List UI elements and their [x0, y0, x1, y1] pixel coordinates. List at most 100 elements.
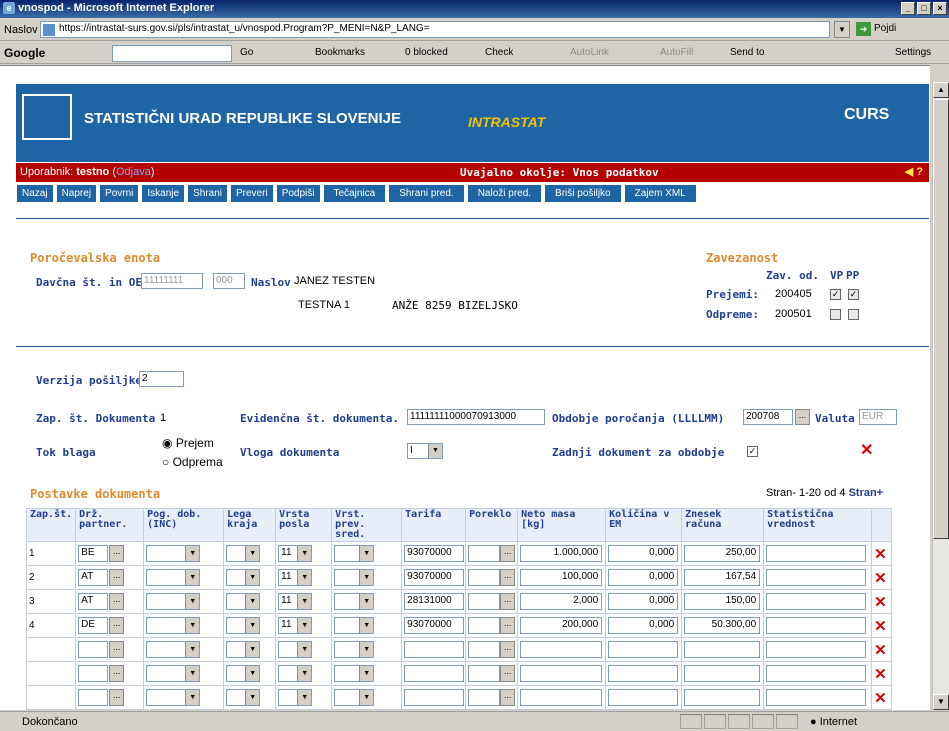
close-button[interactable]: ×: [933, 2, 947, 15]
country-picker-button[interactable]: ...: [109, 665, 125, 682]
flow-dispatch-radio[interactable]: ○ Odprema: [162, 455, 223, 469]
country-picker-button[interactable]: ...: [109, 545, 125, 562]
incoterms-select[interactable]: ▼: [146, 665, 201, 682]
tariff-input[interactable]: 93070000: [404, 617, 465, 634]
amount-input[interactable]: [684, 641, 761, 658]
country-input[interactable]: [78, 641, 109, 658]
country-picker-button[interactable]: ...: [109, 617, 125, 634]
country-picker-button[interactable]: ...: [109, 593, 125, 610]
go-button[interactable]: ➔ Pojdi: [854, 21, 909, 38]
send-to-button[interactable]: Send to: [730, 47, 764, 58]
oe-field[interactable]: 000: [213, 273, 245, 289]
address-input[interactable]: https://intrastat-surs.gov.si/pls/intras…: [40, 21, 830, 38]
amount-input[interactable]: 167,54: [684, 569, 761, 586]
delete-document-icon[interactable]: ✕: [860, 440, 873, 460]
scroll-thumb[interactable]: [933, 99, 949, 539]
quantity-input[interactable]: [608, 689, 679, 706]
incoterms-select[interactable]: ▼: [146, 593, 201, 610]
country-input[interactable]: BE: [78, 545, 109, 562]
incoterms-select[interactable]: ▼: [146, 617, 201, 634]
flow-receipt-radio[interactable]: ◉ Prejem: [162, 436, 214, 450]
tariff-input[interactable]: 28131000: [404, 593, 465, 610]
nav-button-1[interactable]: Naprej: [55, 184, 98, 203]
nav-button-4[interactable]: Shrani: [187, 184, 228, 203]
amount-input[interactable]: 50.300,00: [684, 617, 761, 634]
nav-button-7[interactable]: Tečajnica: [322, 184, 387, 203]
evidence-number-field[interactable]: 11111111000070913000: [407, 409, 545, 425]
nav-button-10[interactable]: Briši pošiljko: [544, 184, 622, 203]
region-select[interactable]: ▼: [226, 569, 261, 586]
transaction-type-select[interactable]: 11 ▼: [278, 545, 313, 562]
transport-mode-select[interactable]: ▼: [334, 641, 375, 658]
nav-button-2[interactable]: Povrni: [99, 184, 140, 203]
net-mass-input[interactable]: [520, 689, 603, 706]
region-select[interactable]: ▼: [226, 593, 261, 610]
country-input[interactable]: AT: [78, 593, 109, 610]
origin-picker-button[interactable]: ...: [500, 689, 516, 706]
nav-button-9[interactable]: Naloži pred.: [466, 184, 543, 203]
net-mass-input[interactable]: 1.000,000: [520, 545, 603, 562]
tariff-input[interactable]: 93070000: [404, 569, 465, 586]
nav-button-5[interactable]: Preveri: [230, 184, 274, 203]
role-select[interactable]: I ▼: [407, 443, 443, 459]
transaction-type-select[interactable]: 11 ▼: [278, 593, 313, 610]
delete-row-icon[interactable]: ✕: [874, 594, 887, 611]
nav-button-6[interactable]: Podpiši: [275, 184, 321, 203]
net-mass-input[interactable]: [520, 665, 603, 682]
statistical-value-input[interactable]: [766, 545, 867, 562]
country-picker-button[interactable]: ...: [109, 641, 125, 658]
incoterms-select[interactable]: ▼: [146, 689, 201, 706]
net-mass-input[interactable]: 100,000: [520, 569, 603, 586]
maximize-button[interactable]: □: [917, 2, 931, 15]
period-picker-button[interactable]: ...: [795, 409, 810, 425]
nav-button-0[interactable]: Nazaj: [16, 184, 54, 203]
statistical-value-input[interactable]: [766, 593, 867, 610]
version-field[interactable]: 2: [139, 371, 184, 387]
origin-input[interactable]: [468, 593, 501, 610]
amount-input[interactable]: 150,00: [684, 593, 761, 610]
statistical-value-input[interactable]: [766, 617, 867, 634]
transaction-type-select[interactable]: ▼: [278, 641, 313, 658]
region-select[interactable]: ▼: [226, 545, 261, 562]
transport-mode-select[interactable]: ▼: [334, 617, 375, 634]
quantity-input[interactable]: [608, 641, 679, 658]
quantity-input[interactable]: 0,000: [608, 593, 679, 610]
region-select[interactable]: ▼: [226, 665, 261, 682]
currency-field[interactable]: EUR: [859, 409, 897, 425]
origin-picker-button[interactable]: ...: [500, 617, 516, 634]
vertical-scrollbar[interactable]: ▲ ▼: [932, 82, 949, 710]
delete-row-icon[interactable]: ✕: [874, 666, 887, 683]
net-mass-input[interactable]: 2,000: [520, 593, 603, 610]
nav-button-11[interactable]: Zajem XML: [623, 184, 697, 203]
help-icon[interactable]: ?: [916, 166, 923, 178]
transaction-type-select[interactable]: ▼: [278, 689, 313, 706]
region-select[interactable]: ▼: [226, 689, 261, 706]
amount-input[interactable]: 250,00: [684, 545, 761, 562]
origin-picker-button[interactable]: ...: [500, 593, 516, 610]
amount-input[interactable]: [684, 689, 761, 706]
tariff-input[interactable]: 93070000: [404, 545, 465, 562]
amount-input[interactable]: [684, 665, 761, 682]
origin-input[interactable]: [468, 665, 501, 682]
country-picker-button[interactable]: ...: [109, 569, 125, 586]
country-input[interactable]: DE: [78, 617, 109, 634]
origin-picker-button[interactable]: ...: [500, 641, 516, 658]
origin-input[interactable]: [468, 689, 501, 706]
google-logo[interactable]: Google: [4, 46, 45, 60]
transport-mode-select[interactable]: ▼: [334, 593, 375, 610]
quantity-input[interactable]: 0,000: [608, 569, 679, 586]
quantity-input[interactable]: 0,000: [608, 617, 679, 634]
back-arrow-icon[interactable]: ◀: [905, 166, 913, 178]
origin-picker-button[interactable]: ...: [500, 545, 516, 562]
statistical-value-input[interactable]: [766, 689, 867, 706]
settings-button[interactable]: Settings: [895, 47, 931, 58]
transport-mode-select[interactable]: ▼: [334, 545, 375, 562]
origin-input[interactable]: [468, 545, 501, 562]
tariff-input[interactable]: [404, 689, 465, 706]
autolink-button[interactable]: AutoLink: [570, 47, 609, 58]
origin-input[interactable]: [468, 641, 501, 658]
spell-check-button[interactable]: Check: [485, 47, 513, 58]
transaction-type-select[interactable]: 11 ▼: [278, 617, 313, 634]
statistical-value-input[interactable]: [766, 641, 867, 658]
google-search-input[interactable]: [112, 45, 232, 62]
